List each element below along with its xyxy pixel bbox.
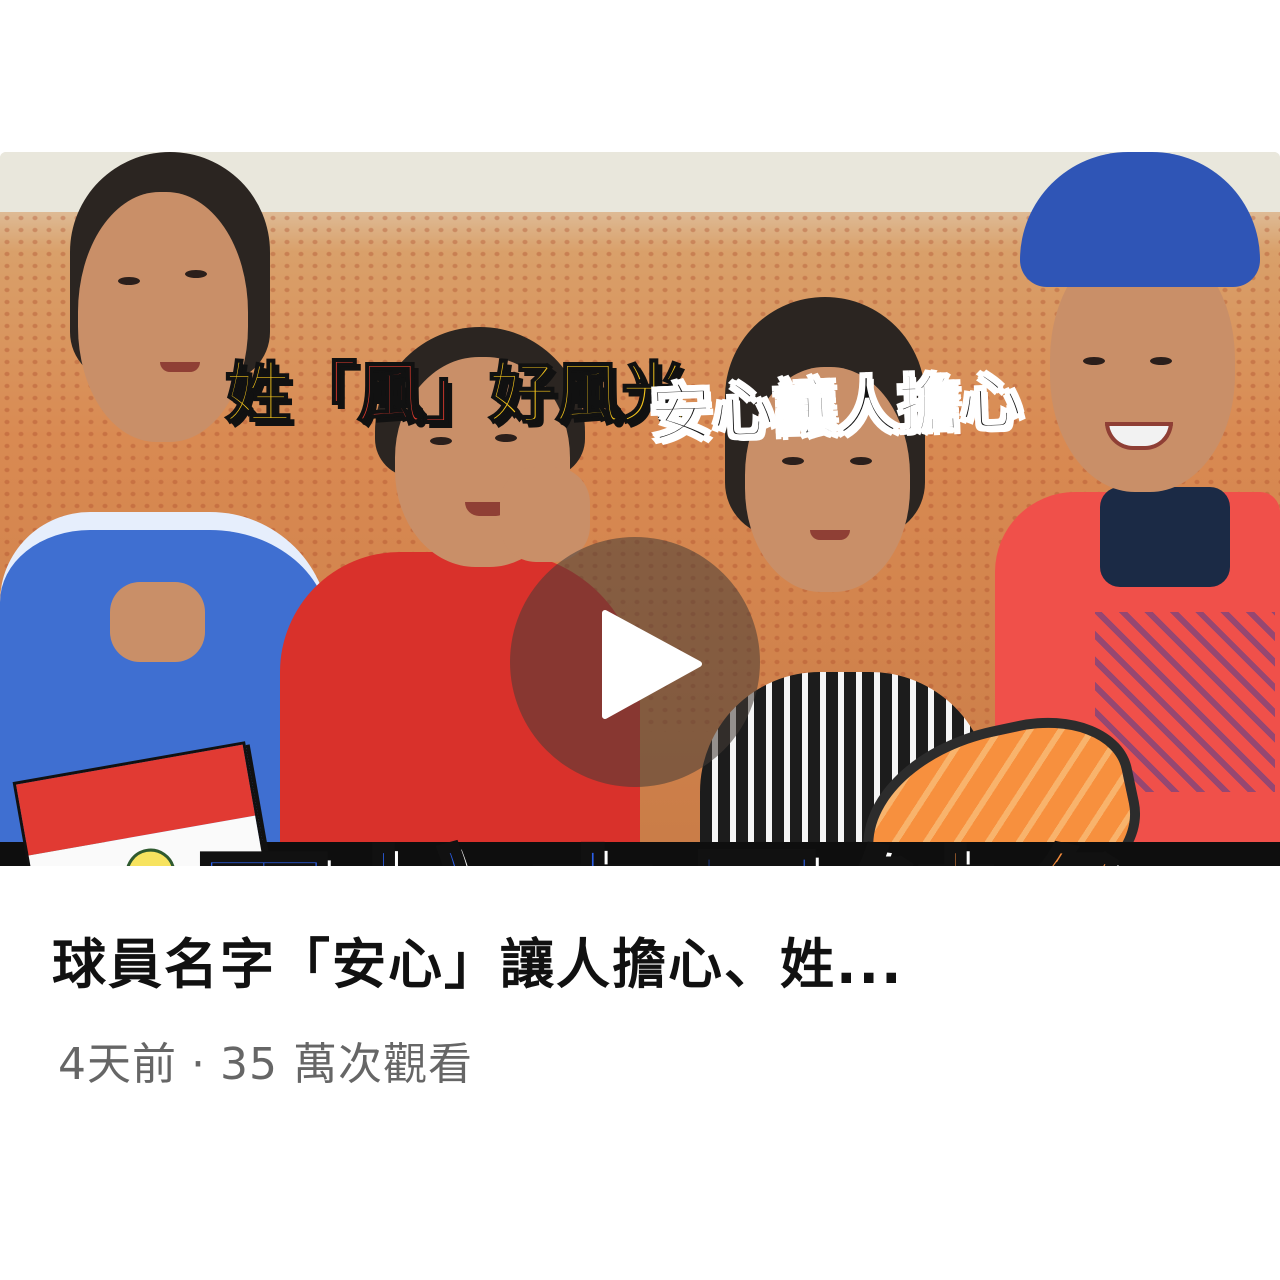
video-title[interactable]: 球員名字「安心」讓人擔心、姓...	[52, 920, 1232, 999]
player-mouth	[160, 362, 200, 372]
player-eye	[430, 437, 452, 445]
video-views: 35 萬次觀看	[220, 1039, 473, 1090]
player-hand	[500, 467, 590, 562]
player-eye	[850, 457, 872, 465]
big-title-blue: 巴拉圭是	[182, 830, 841, 866]
thumbnail-big-title: 巴拉圭是鮭魚？	[182, 797, 1280, 866]
caption-highlight: 「風」	[290, 354, 490, 433]
player-hand	[110, 582, 205, 662]
caption-prefix: 姓	[224, 354, 292, 433]
player-mouth	[810, 530, 850, 540]
player-face	[78, 192, 248, 442]
video-age: 4天前	[58, 1039, 177, 1090]
thumbnail-caption-line2: 安心讓人擔心	[648, 364, 1024, 452]
player-eye	[118, 277, 140, 285]
video-thumbnail[interactable]: 姓「風」好風光 安心讓人擔心 巴拉圭是鮭魚？	[0, 152, 1280, 866]
player-eye	[1083, 357, 1105, 365]
thumbnail-caption-line1: 姓「風」好風光	[224, 340, 688, 436]
big-title-orange: 鮭魚	[838, 830, 1169, 866]
player-eye	[782, 457, 804, 465]
play-icon	[602, 610, 702, 719]
video-meta: 4天前 · 35 萬次觀看	[58, 1028, 473, 1092]
play-button[interactable]	[510, 537, 760, 787]
baseball-cap	[1020, 152, 1260, 287]
player-eye	[185, 270, 207, 278]
video-card[interactable]: 姓「風」好風光 安心讓人擔心 巴拉圭是鮭魚？ 球員名字「安心」讓人擔心、姓...…	[0, 0, 1280, 1280]
meta-separator: ·	[191, 1039, 206, 1090]
player-undershirt	[1100, 487, 1230, 587]
player-eye	[1150, 357, 1172, 365]
